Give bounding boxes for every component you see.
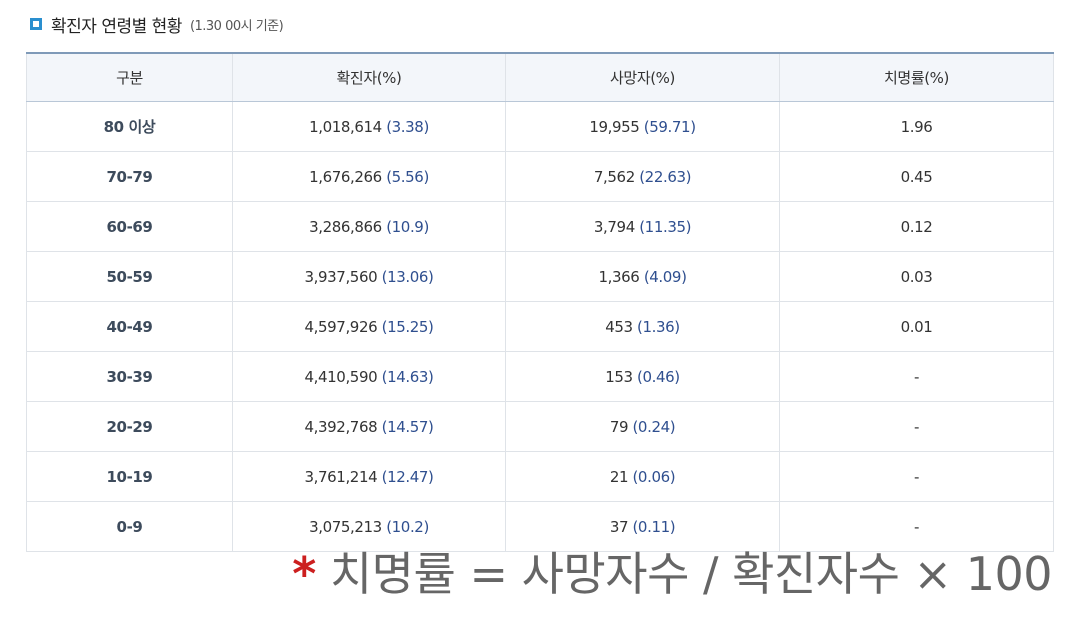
column-header-fatality: 치명률(%) — [779, 52, 1054, 102]
deaths-count: 3,794 — [593, 217, 635, 236]
age-group-cell: 50-59 — [26, 251, 233, 302]
deaths-percent: (22.63) — [639, 167, 692, 186]
deaths-percent: (0.46) — [637, 367, 680, 386]
fatality-rate-cell: - — [779, 451, 1054, 502]
section-header: 확진자 연령별 현황 (1.30 00시 기준) — [30, 10, 284, 38]
fatality-formula-footnote: * 치명률 = 사망자수 / 확진자수 × 100 — [292, 538, 1052, 604]
confirmed-cell: 3,286,866 (10.9) — [232, 201, 506, 252]
deaths-cell: 453 (1.36) — [505, 301, 780, 352]
confirmed-percent: (15.25) — [381, 317, 434, 336]
deaths-count: 37 — [609, 517, 629, 536]
age-group-cell: 30-39 — [26, 351, 233, 402]
confirmed-percent: (14.63) — [381, 367, 434, 386]
deaths-count: 1,366 — [598, 267, 640, 286]
deaths-percent: (0.24) — [632, 417, 676, 436]
confirmed-cell: 4,392,768 (14.57) — [232, 401, 506, 452]
deaths-count: 79 — [609, 417, 629, 436]
confirmed-cell: 1,018,614 (3.38) — [232, 101, 506, 152]
section-timestamp-note: (1.30 00시 기준) — [189, 18, 284, 34]
confirmed-percent: (14.57) — [381, 417, 434, 436]
deaths-count: 153 — [605, 367, 633, 386]
confirmed-count: 4,392,768 — [304, 417, 378, 436]
confirmed-cell: 4,410,590 (14.63) — [232, 351, 506, 402]
confirmed-cell: 4,597,926 (15.25) — [232, 301, 506, 352]
fatality-rate-cell: 1.96 — [779, 101, 1054, 152]
table-row: 50-59 3,937,560 (13.06) 1,366 (4.09) 0.03 — [26, 251, 1054, 302]
footnote-text: 치명률 = 사망자수 / 확진자수 × 100 — [329, 547, 1053, 601]
age-group-cell: 40-49 — [26, 301, 233, 352]
age-group-cell: 0-9 — [26, 501, 233, 552]
confirmed-percent: (5.56) — [386, 167, 429, 186]
table-row: 60-69 3,286,866 (10.9) 3,794 (11.35) 0.12 — [26, 201, 1054, 252]
deaths-count: 21 — [609, 467, 629, 486]
confirmed-percent: (10.2) — [386, 517, 429, 536]
table-row: 70-79 1,676,266 (5.56) 7,562 (22.63) 0.45 — [26, 151, 1054, 202]
deaths-cell: 1,366 (4.09) — [505, 251, 780, 302]
table-row: 20-29 4,392,768 (14.57) 79 (0.24) - — [26, 401, 1054, 452]
fatality-rate-cell: 0.45 — [779, 151, 1054, 202]
fatality-rate-cell: 0.03 — [779, 251, 1054, 302]
deaths-percent: (0.11) — [632, 517, 676, 536]
age-statistics-table: 구분 확진자(%) 사망자(%) 치명률(%) 80 이상 1,018,614 (… — [26, 52, 1054, 552]
age-group-cell: 70-79 — [26, 151, 233, 202]
confirmed-count: 3,286,866 — [309, 217, 382, 236]
deaths-cell: 21 (0.06) — [505, 451, 780, 502]
column-header-category: 구분 — [26, 52, 233, 102]
confirmed-percent: (10.9) — [386, 217, 429, 236]
age-group-cell: 10-19 — [26, 451, 233, 502]
deaths-cell: 3,794 (11.35) — [505, 201, 780, 252]
confirmed-percent: (13.06) — [381, 267, 434, 286]
confirmed-percent: (12.47) — [381, 467, 434, 486]
fatality-rate-cell: 0.12 — [779, 201, 1054, 252]
confirmed-count: 1,018,614 — [309, 117, 382, 136]
table-header-row: 구분 확진자(%) 사망자(%) 치명률(%) — [26, 52, 1054, 102]
table-row: 30-39 4,410,590 (14.63) 153 (0.46) - — [26, 351, 1054, 402]
confirmed-count: 3,761,214 — [304, 467, 378, 486]
age-group-cell: 20-29 — [26, 401, 233, 452]
confirmed-count: 3,075,213 — [309, 517, 382, 536]
column-header-confirmed: 확진자(%) — [232, 52, 506, 102]
column-header-deaths: 사망자(%) — [505, 52, 780, 102]
table-row: 10-19 3,761,214 (12.47) 21 (0.06) - — [26, 451, 1054, 502]
confirmed-cell: 3,761,214 (12.47) — [232, 451, 506, 502]
confirmed-cell: 3,937,560 (13.06) — [232, 251, 506, 302]
deaths-count: 7,562 — [593, 167, 635, 186]
table-row: 80 이상 1,018,614 (3.38) 19,955 (59.71) 1.96 — [26, 101, 1054, 152]
confirmed-count: 4,597,926 — [304, 317, 378, 336]
deaths-cell: 19,955 (59.71) — [505, 101, 780, 152]
deaths-count: 453 — [605, 317, 633, 336]
deaths-percent: (0.06) — [632, 467, 676, 486]
section-title: 확진자 연령별 현황 — [51, 16, 182, 37]
footnote-asterisk: * — [292, 547, 316, 601]
square-bullet-icon — [30, 18, 42, 30]
deaths-percent: (11.35) — [639, 217, 692, 236]
deaths-cell: 153 (0.46) — [505, 351, 780, 402]
confirmed-count: 4,410,590 — [304, 367, 378, 386]
deaths-cell: 79 (0.24) — [505, 401, 780, 452]
confirmed-cell: 1,676,266 (5.56) — [232, 151, 506, 202]
fatality-rate-cell: - — [779, 401, 1054, 452]
deaths-percent: (1.36) — [637, 317, 680, 336]
confirmed-count: 1,676,266 — [309, 167, 382, 186]
confirmed-count: 3,937,560 — [304, 267, 378, 286]
deaths-count: 19,955 — [589, 117, 640, 136]
age-group-cell: 80 이상 — [26, 101, 233, 152]
deaths-percent: (4.09) — [643, 267, 687, 286]
table-row: 40-49 4,597,926 (15.25) 453 (1.36) 0.01 — [26, 301, 1054, 352]
fatality-rate-cell: 0.01 — [779, 301, 1054, 352]
table-body: 80 이상 1,018,614 (3.38) 19,955 (59.71) 1.96 7… — [26, 101, 1054, 552]
deaths-cell: 7,562 (22.63) — [505, 151, 780, 202]
fatality-rate-cell: - — [779, 351, 1054, 402]
deaths-percent: (59.71) — [643, 117, 696, 136]
age-group-cell: 60-69 — [26, 201, 233, 252]
confirmed-percent: (3.38) — [386, 117, 429, 136]
